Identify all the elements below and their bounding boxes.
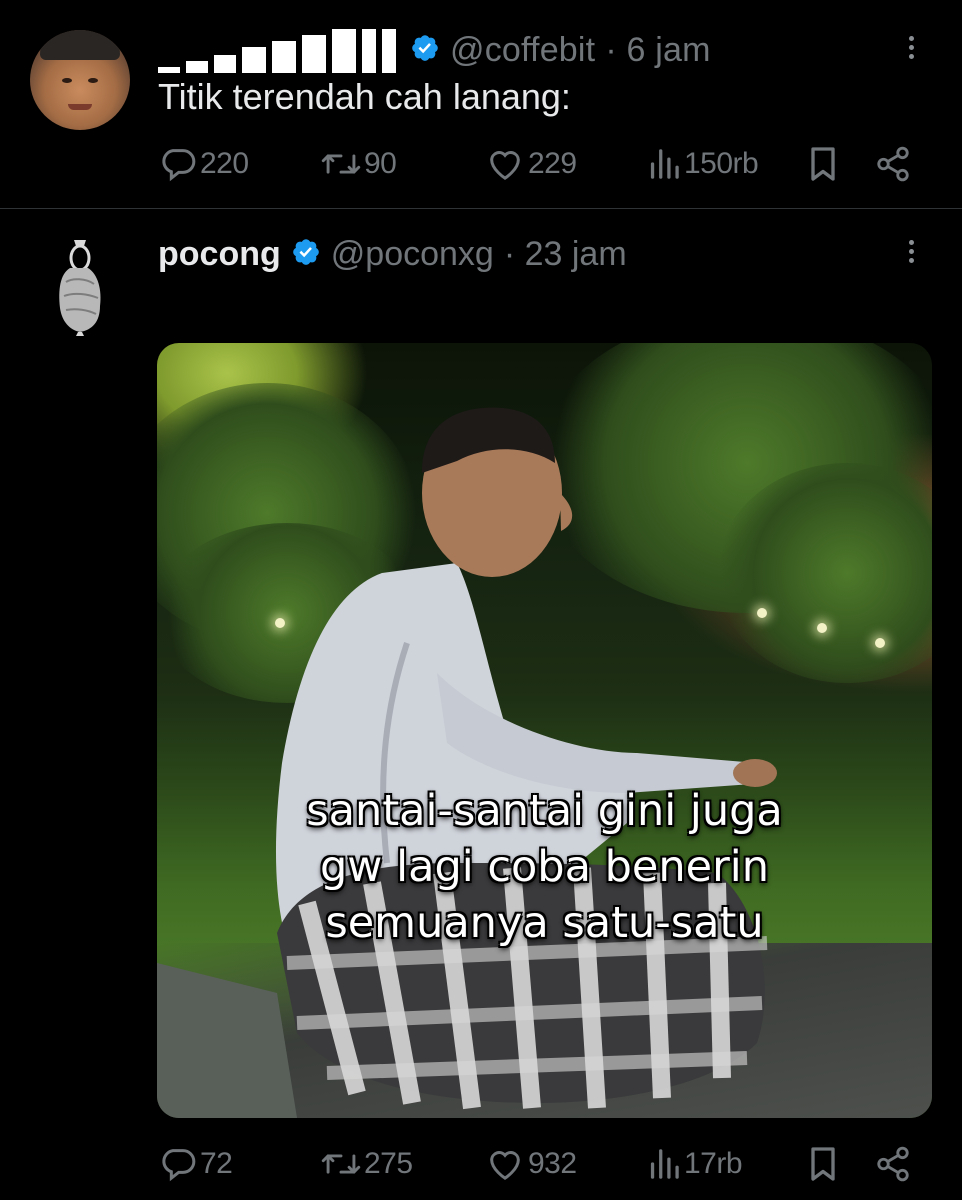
tweet-actions: 72 275 932 17rb [158, 1144, 918, 1184]
views-icon [646, 144, 682, 184]
verified-badge-icon [291, 237, 321, 272]
repost-count: 90 [364, 147, 397, 180]
reply-count: 220 [200, 147, 249, 180]
author-handle[interactable]: @coffebit [450, 31, 595, 70]
more-options-icon[interactable] [908, 36, 916, 63]
tweet-divider [0, 208, 962, 209]
bookmark-button[interactable] [806, 144, 840, 184]
views-button[interactable]: 17rb [646, 1144, 743, 1184]
author-handle[interactable]: @poconxg [331, 235, 494, 274]
more-options-icon[interactable] [908, 240, 916, 267]
caption-line: santai-santai gini juga [306, 786, 783, 836]
tweet-coffebit[interactable]: @coffebit · 6 jam Titik terendah cah lan… [0, 0, 962, 208]
repost-button[interactable]: 275 [320, 1144, 413, 1184]
seated-man-figure [157, 407, 777, 1118]
views-icon [646, 1144, 682, 1184]
repost-count: 275 [364, 1147, 413, 1180]
verified-badge-icon [410, 33, 440, 68]
like-button[interactable]: 229 [484, 144, 577, 184]
share-button[interactable] [874, 144, 912, 184]
author-display-name[interactable]: pocong [158, 235, 281, 274]
tweet-text: Titik terendah cah lanang: [158, 76, 571, 117]
tweet-header: pocong @poconxg · 23 jam [158, 230, 627, 278]
tweet-timestamp[interactable]: · 6 jam [605, 31, 710, 70]
views-count: 150rb [684, 147, 759, 180]
caption-line: gw lagi coba benerin [320, 842, 769, 892]
caption-line: semuanya satu-satu [325, 898, 764, 948]
like-count: 229 [528, 147, 577, 180]
avatar[interactable] [30, 30, 130, 130]
tweet-timestamp[interactable]: · 23 jam [504, 235, 627, 274]
share-button[interactable] [874, 1144, 912, 1184]
heart-icon [484, 144, 526, 184]
pocong-avatar[interactable] [52, 238, 108, 336]
reply-icon [158, 1144, 198, 1184]
bookmark-icon [806, 144, 840, 184]
bookmark-icon [806, 1144, 840, 1184]
like-count: 932 [528, 1147, 577, 1180]
repost-icon [320, 144, 362, 184]
tweet-header: @coffebit · 6 jam [158, 24, 711, 76]
views-button[interactable]: 150rb [646, 144, 759, 184]
tweet-media-image[interactable]: santai-santai gini juga gw lagi coba ben… [157, 343, 932, 1118]
repost-icon [320, 1144, 362, 1184]
share-icon [874, 1144, 912, 1184]
reply-icon [158, 144, 198, 184]
like-button[interactable]: 932 [484, 1144, 577, 1184]
share-icon [874, 144, 912, 184]
repost-button[interactable]: 90 [320, 144, 397, 184]
views-count: 17rb [684, 1147, 743, 1180]
tweet-actions: 220 90 229 150rb [158, 144, 918, 184]
bookmark-button[interactable] [806, 1144, 840, 1184]
reply-button[interactable]: 220 [158, 144, 249, 184]
reply-count: 72 [200, 1147, 233, 1180]
meme-caption: santai-santai gini juga gw lagi coba ben… [157, 783, 932, 951]
timeline: @coffebit · 6 jam Titik terendah cah lan… [0, 0, 962, 1200]
redacted-display-name[interactable] [158, 27, 396, 73]
reply-button[interactable]: 72 [158, 1144, 233, 1184]
heart-icon [484, 1144, 526, 1184]
